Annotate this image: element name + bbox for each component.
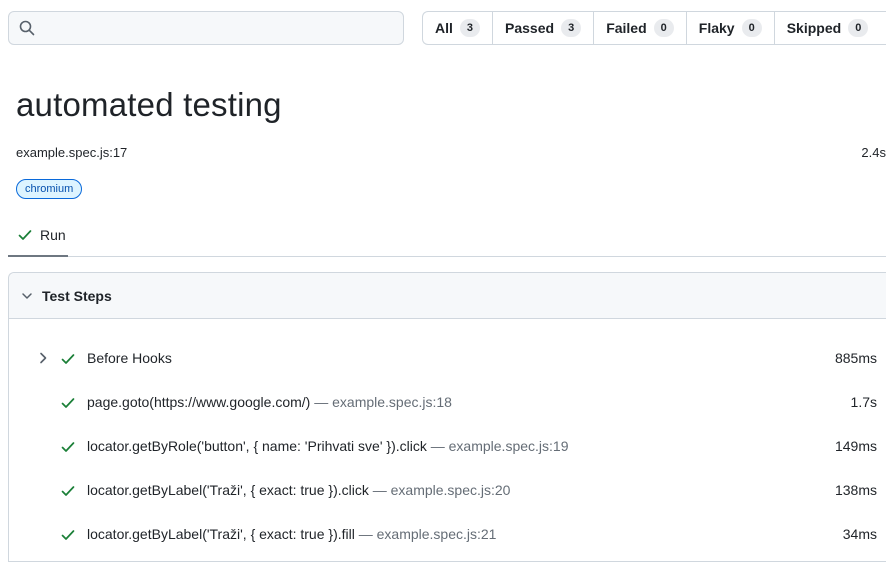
test-steps-title: Test Steps xyxy=(42,287,112,304)
filter-label: Skipped xyxy=(786,20,842,36)
step-row[interactable]: Before Hooks 885ms xyxy=(9,347,886,371)
search-box[interactable] xyxy=(8,11,404,45)
step-text: Before Hooks xyxy=(87,350,172,366)
step-location: — example.spec.js:20 xyxy=(368,482,511,498)
test-title: automated testing xyxy=(16,86,282,123)
step-row[interactable]: locator.getByLabel('Traži', { exact: tru… xyxy=(9,479,886,503)
filter-all[interactable]: All 3 xyxy=(423,12,494,44)
filter-flaky[interactable]: Flaky 0 xyxy=(687,12,775,44)
step-duration: 138ms xyxy=(834,482,877,498)
test-location-link[interactable]: example.spec.js:17 xyxy=(16,145,127,160)
step-title: locator.getByLabel('Traži', { exact: tru… xyxy=(87,526,355,542)
filter-count: 0 xyxy=(741,19,762,37)
check-icon xyxy=(61,396,75,410)
step-title: locator.getByLabel('Traži', { exact: tru… xyxy=(87,482,369,498)
filter-label: Passed xyxy=(505,20,555,36)
filter-failed[interactable]: Failed 0 xyxy=(594,12,687,44)
step-text: locator.getByLabel('Traži', { exact: tru… xyxy=(87,482,510,498)
search-icon xyxy=(19,20,35,36)
step-duration: 149ms xyxy=(834,438,877,454)
test-steps-panel: Test Steps Before Hooks 885ms page.goto(… xyxy=(8,272,886,562)
step-text: locator.getByLabel('Traži', { exact: tru… xyxy=(87,526,496,542)
project-tag[interactable]: chromium xyxy=(16,179,83,199)
check-icon xyxy=(61,352,75,366)
tab-run[interactable]: Run xyxy=(8,215,68,257)
step-duration: 1.7s xyxy=(850,394,877,410)
step-row[interactable]: page.goto(https://www.google.com/) — exa… xyxy=(9,391,886,415)
step-location: — example.spec.js:19 xyxy=(426,438,569,454)
step-text: locator.getByRole('button', { name: 'Pri… xyxy=(87,438,568,454)
filter-label: Failed xyxy=(606,20,647,36)
step-row[interactable]: locator.getByRole('button', { name: 'Pri… xyxy=(9,435,886,459)
status-filter-bar: All 3 Passed 3 Failed 0 Flaky 0 Skipped … xyxy=(422,11,886,45)
check-icon xyxy=(61,528,75,542)
test-steps-header[interactable]: Test Steps xyxy=(9,273,886,319)
filter-count: 3 xyxy=(459,19,481,37)
filter-skipped[interactable]: Skipped 0 xyxy=(775,12,881,44)
chevron-down-icon xyxy=(21,290,33,302)
step-title: Before Hooks xyxy=(87,350,172,366)
filter-label: Flaky xyxy=(698,20,735,36)
check-icon xyxy=(61,440,75,454)
check-icon xyxy=(61,484,75,498)
test-duration: 2.4s xyxy=(861,145,886,160)
step-duration: 885ms xyxy=(834,350,877,366)
filter-passed[interactable]: Passed 3 xyxy=(493,12,595,44)
check-icon xyxy=(18,228,32,242)
tab-run-label: Run xyxy=(40,227,66,243)
chevron-right-icon[interactable] xyxy=(36,351,50,365)
filter-count: 3 xyxy=(561,19,582,37)
step-location: — example.spec.js:21 xyxy=(354,526,497,542)
filter-count: 0 xyxy=(653,19,674,37)
step-title: locator.getByRole('button', { name: 'Pri… xyxy=(87,438,427,454)
step-text: page.goto(https://www.google.com/) — exa… xyxy=(87,394,452,410)
step-duration: 34ms xyxy=(842,526,877,542)
tab-divider xyxy=(68,256,886,257)
step-title: page.goto(https://www.google.com/) xyxy=(87,394,311,410)
search-input[interactable] xyxy=(41,13,403,43)
filter-label: All xyxy=(435,20,453,36)
filter-count: 0 xyxy=(848,19,869,37)
step-row[interactable]: locator.getByLabel('Traži', { exact: tru… xyxy=(9,523,886,547)
step-location: — example.spec.js:18 xyxy=(310,394,452,410)
